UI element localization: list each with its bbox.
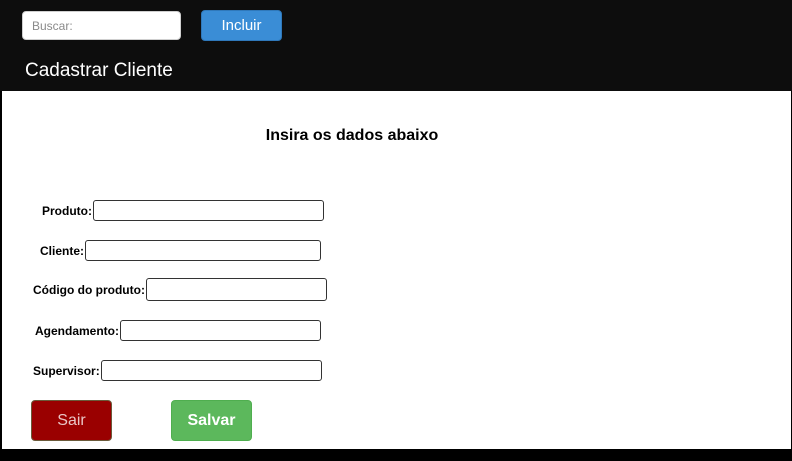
product-code-row: Código do produto: <box>33 278 327 301</box>
client-input[interactable] <box>85 240 322 261</box>
supervisor-input[interactable] <box>100 360 322 381</box>
search-input[interactable] <box>22 11 181 40</box>
scheduling-label: Agendamento: <box>35 323 119 338</box>
form-panel: Insira os dados abaixo Produto: Cliente:… <box>2 91 791 449</box>
client-row: Cliente: <box>40 240 322 261</box>
product-code-label: Código do produto: <box>33 282 145 297</box>
supervisor-row: Supervisor: <box>33 360 322 381</box>
supervisor-label: Supervisor: <box>33 363 100 378</box>
product-code-input[interactable] <box>145 278 327 301</box>
page-title: Cadastrar Cliente <box>25 60 173 81</box>
product-row: Produto: <box>42 200 324 221</box>
top-bar: Incluir Cadastrar Cliente <box>0 0 792 91</box>
scheduling-input[interactable] <box>120 320 321 341</box>
exit-button[interactable]: Sair <box>31 400 112 441</box>
scheduling-row: Agendamento: <box>35 320 321 341</box>
save-button[interactable]: Salvar <box>171 400 252 441</box>
product-input[interactable] <box>93 200 324 221</box>
product-label: Produto: <box>42 203 92 218</box>
include-button[interactable]: Incluir <box>201 10 282 41</box>
client-label: Cliente: <box>40 243 85 258</box>
form-heading: Insira os dados abaixo <box>265 127 439 144</box>
